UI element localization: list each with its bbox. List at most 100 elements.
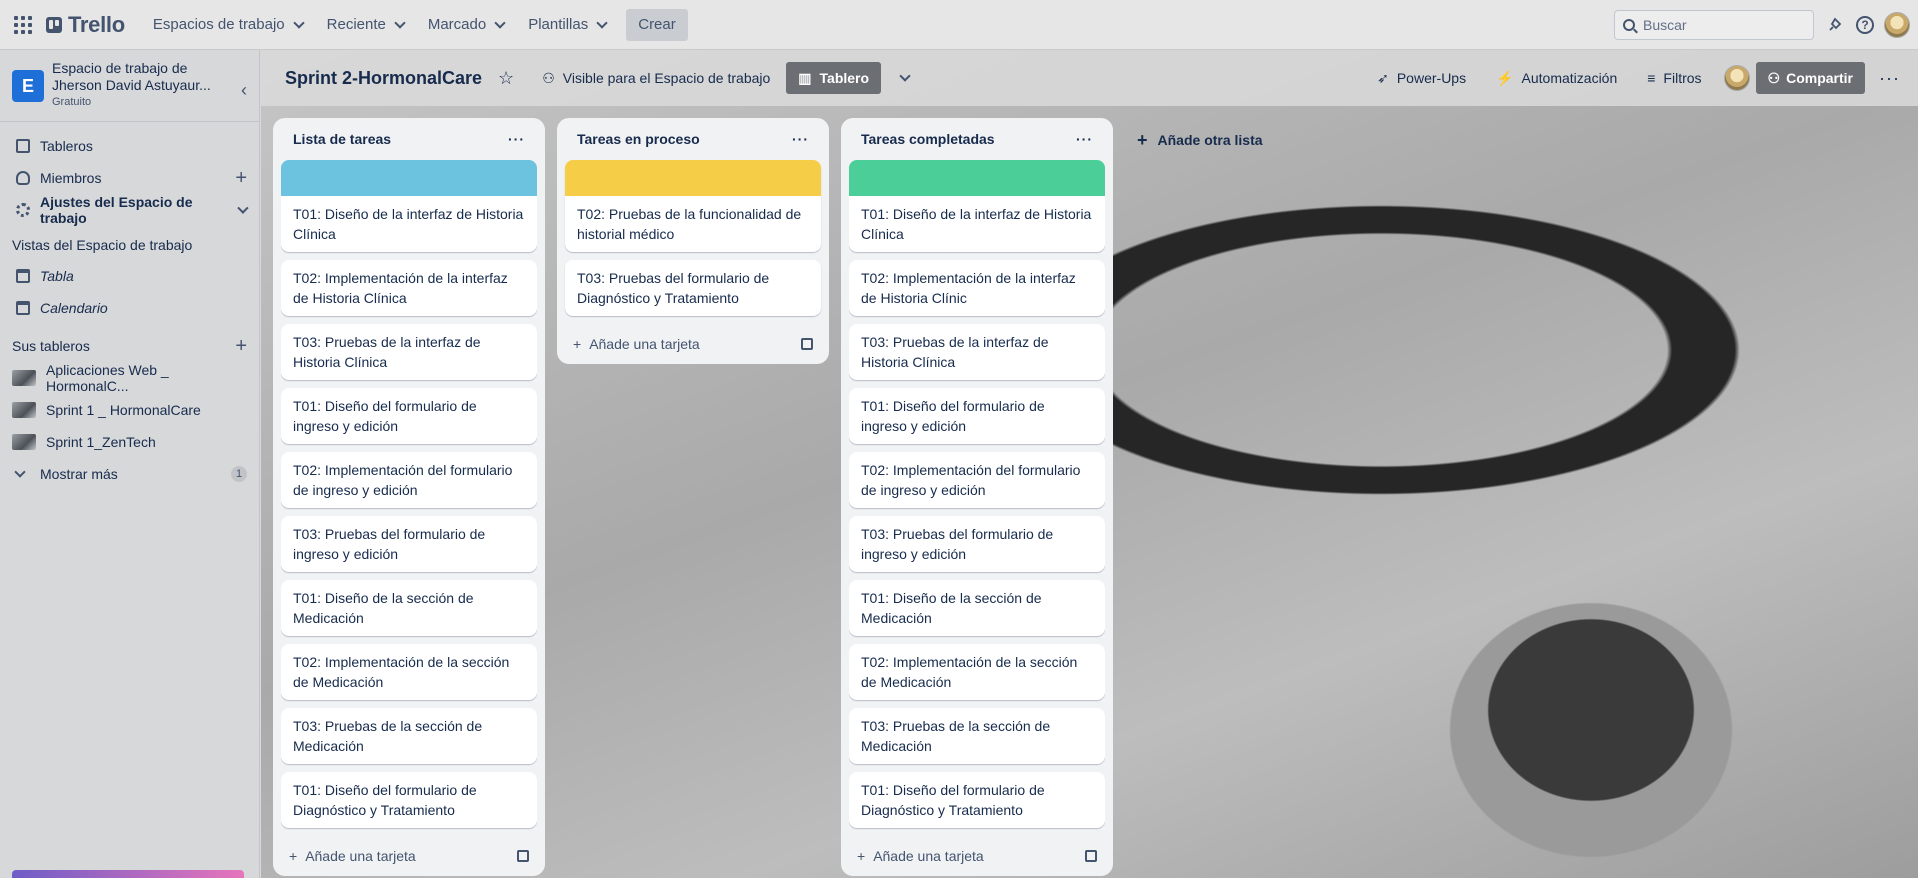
notifications-icon[interactable] xyxy=(1824,14,1846,36)
workspace-name[interactable]: Espacio de trabajo de Jherson David Astu… xyxy=(52,60,212,94)
nav-workspaces[interactable]: Espacios de trabajo xyxy=(143,9,313,41)
chevron-down-icon xyxy=(394,16,406,29)
workspace-views-title: Vistas del Espacio de trabajo xyxy=(12,237,193,253)
card-title: T03: Pruebas de la sección de Medicación xyxy=(861,718,1051,754)
trello-logo[interactable]: Trello xyxy=(46,12,125,38)
more-menu-icon[interactable]: ··· xyxy=(1871,68,1908,89)
card[interactable]: T02: Implementación de la sección de Med… xyxy=(281,644,537,700)
card[interactable]: T01: Diseño del formulario de Diagnóstic… xyxy=(281,772,537,828)
list-menu-icon[interactable]: ··· xyxy=(1068,131,1101,147)
card[interactable]: T03: Pruebas del formulario de ingreso y… xyxy=(849,516,1105,572)
member-avatar[interactable] xyxy=(1723,65,1750,91)
card[interactable]: T01: Diseño del formulario de ingreso y … xyxy=(281,388,537,444)
sidebar-view-table[interactable]: Tabla xyxy=(0,260,259,292)
collapse-sidebar-icon[interactable]: ‹ xyxy=(241,80,247,101)
board-title[interactable]: Sprint 2-HormonalCare xyxy=(285,68,482,89)
sidebar-item-members[interactable]: Miembros + xyxy=(0,162,259,194)
star-icon[interactable]: ☆ xyxy=(498,68,514,89)
automation-label: Automatización xyxy=(1521,70,1618,86)
nav-templates[interactable]: Plantillas xyxy=(518,9,616,41)
sidebar-board-item[interactable]: Aplicaciones Web _ HormonalC... xyxy=(0,362,259,394)
card[interactable]: T02: Implementación de la interfaz de Hi… xyxy=(281,260,537,316)
board-thumbnail xyxy=(12,434,36,450)
workspace-avatar[interactable]: E xyxy=(12,70,44,102)
board-view-button[interactable]: ▥ Tablero xyxy=(786,62,882,94)
list-title[interactable]: Tareas en proceso xyxy=(577,131,700,147)
user-avatar[interactable] xyxy=(1884,11,1910,38)
show-more-button[interactable]: Mostrar más 1 xyxy=(0,458,259,490)
search-icon xyxy=(1623,18,1635,31)
list-menu-icon[interactable]: ··· xyxy=(784,131,817,147)
card[interactable]: T01: Diseño del formulario de Diagnóstic… xyxy=(849,772,1105,828)
sidebar-board-item[interactable]: Sprint 1_ZenTech xyxy=(0,426,259,458)
card-template-icon[interactable] xyxy=(517,850,529,862)
your-boards-title: Sus tableros xyxy=(12,338,90,354)
card[interactable]: T01: Diseño del formulario de ingreso y … xyxy=(849,388,1105,444)
list-header[interactable]: Tareas en proceso ··· xyxy=(565,118,821,160)
card-title: T01: Diseño de la sección de Medicación xyxy=(293,590,474,626)
search-input[interactable]: Buscar xyxy=(1614,9,1814,40)
list-title[interactable]: Tareas completadas xyxy=(861,131,995,147)
sidebar-view-calendar[interactable]: Calendario xyxy=(0,292,259,324)
card[interactable]: T03: Pruebas de la sección de Medicación xyxy=(849,708,1105,764)
sidebar-board-item[interactable]: Sprint 1 _ HormonalCare xyxy=(0,394,259,426)
visibility-button[interactable]: ⚇ Visible para el Espacio de trabajo xyxy=(534,62,778,94)
app-switcher-icon[interactable] xyxy=(12,14,34,36)
card-cover xyxy=(281,160,537,196)
card[interactable]: T02: Implementación de la interfaz de Hi… xyxy=(849,260,1105,316)
share-button[interactable]: ⚇ Compartir xyxy=(1755,62,1866,94)
card[interactable]: T02: Implementación del formulario de in… xyxy=(849,452,1105,508)
sidebar-item-boards[interactable]: Tableros xyxy=(0,130,259,162)
card[interactable]: T03: Pruebas de la sección de Medicación xyxy=(281,708,537,764)
add-list-button[interactable]: + Añade otra lista xyxy=(1125,118,1397,162)
card-template-icon[interactable] xyxy=(1085,850,1097,862)
card-template-icon[interactable] xyxy=(801,338,813,350)
nav-recent-label: Reciente xyxy=(326,16,386,33)
card[interactable]: T01: Diseño de la sección de Medicación xyxy=(849,580,1105,636)
card[interactable]: T03: Pruebas de la interfaz de Historia … xyxy=(281,324,537,380)
trial-banner[interactable] xyxy=(12,870,244,878)
card[interactable]: T03: Pruebas del formulario de ingreso y… xyxy=(281,516,537,572)
filters-button[interactable]: ≡ Filtros xyxy=(1639,62,1709,94)
sidebar-item-label: Miembros xyxy=(40,170,102,186)
create-button[interactable]: Crear xyxy=(626,8,688,41)
card-title: T01: Diseño de la interfaz de Historia C… xyxy=(293,206,524,242)
chevron-down-icon xyxy=(14,466,26,478)
add-card-button[interactable]: + Añade una tarjeta xyxy=(565,324,821,364)
list-header[interactable]: Lista de tareas ··· xyxy=(281,118,537,160)
card-title: T02: Implementación del formulario de in… xyxy=(293,462,513,498)
brand-name: Trello xyxy=(68,11,125,37)
add-card-button[interactable]: + Añade una tarjeta xyxy=(849,836,1105,876)
card-cover xyxy=(565,160,821,196)
card[interactable]: T03: Pruebas de la interfaz de Historia … xyxy=(849,324,1105,380)
show-more-label: Mostrar más xyxy=(40,466,118,482)
list-menu-icon[interactable]: ··· xyxy=(500,131,533,147)
card[interactable]: T02: Pruebas de la funcionalidad de hist… xyxy=(565,160,821,252)
list-title[interactable]: Lista de tareas xyxy=(293,131,391,147)
card-title: T01: Diseño del formulario de ingreso y … xyxy=(861,398,1045,434)
card[interactable]: T02: Implementación de la sección de Med… xyxy=(849,644,1105,700)
add-card-button[interactable]: + Añade una tarjeta xyxy=(281,836,537,876)
card[interactable]: T01: Diseño de la interfaz de Historia C… xyxy=(281,160,537,252)
add-card-label: Añade una tarjeta xyxy=(305,848,416,864)
list-header[interactable]: Tareas completadas ··· xyxy=(849,118,1105,160)
add-card-label: Añade una tarjeta xyxy=(873,848,984,864)
help-icon[interactable]: ? xyxy=(1856,15,1874,34)
card[interactable]: T02: Implementación del formulario de in… xyxy=(281,452,537,508)
views-dropdown[interactable] xyxy=(889,62,917,94)
sidebar-item-settings[interactable]: Ajustes del Espacio de trabajo xyxy=(0,194,259,226)
card[interactable]: T03: Pruebas del formulario de Diagnósti… xyxy=(565,260,821,316)
add-board-icon[interactable]: + xyxy=(235,335,247,358)
automation-button[interactable]: ⚡ Automatización xyxy=(1488,62,1625,94)
card-title: T03: Pruebas de la sección de Medicación xyxy=(293,718,483,754)
add-list-label: Añade otra lista xyxy=(1157,132,1263,148)
nav-recent[interactable]: Reciente xyxy=(317,9,414,41)
add-member-icon[interactable]: + xyxy=(235,167,247,190)
card[interactable]: T01: Diseño de la sección de Medicación xyxy=(281,580,537,636)
nav-starred[interactable]: Marcado xyxy=(418,9,514,41)
powerups-button[interactable]: ➶ Power-Ups xyxy=(1369,62,1474,94)
card[interactable]: T01: Diseño de la interfaz de Historia C… xyxy=(849,160,1105,252)
card-title: T02: Pruebas de la funcionalidad de hist… xyxy=(577,206,802,242)
your-boards-header: Sus tableros + xyxy=(0,330,259,362)
card-title: T03: Pruebas de la interfaz de Historia … xyxy=(293,334,481,370)
